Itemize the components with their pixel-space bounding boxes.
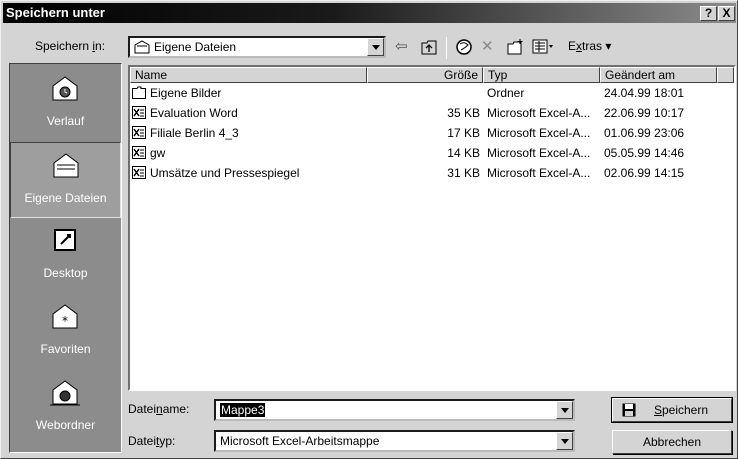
desktop-icon	[54, 229, 76, 251]
file-modified: 24.04.99 18:01	[604, 86, 685, 100]
file-size: 14 KB	[447, 146, 480, 160]
new-folder-icon[interactable]	[506, 38, 526, 58]
places-label: Verlauf	[46, 114, 85, 128]
search-web-icon[interactable]	[455, 38, 475, 58]
places-item-my-documents[interactable]: Eigene Dateien	[10, 142, 121, 218]
toolbar-separator	[446, 37, 447, 59]
folder-icon	[132, 86, 146, 99]
save-in-label: Speichern in:	[35, 39, 106, 53]
file-name: Eigene Bilder	[150, 86, 222, 100]
dialog-title: Speichern unter	[6, 5, 105, 20]
back-icon[interactable]: ⇦	[395, 37, 408, 57]
file-row[interactable]: Eigene Bilder Ordner 24.04.99 18:01	[130, 85, 734, 101]
excel-file-icon	[132, 106, 146, 119]
file-name: Umsätze und Pressespiegel	[150, 166, 300, 180]
excel-file-icon	[132, 166, 146, 179]
places-item-desktop[interactable]: Desktop	[10, 218, 121, 294]
extras-menu-button[interactable]: Extras ▾	[568, 39, 611, 53]
title-bar: Speichern unter ? X	[3, 3, 736, 23]
column-header-filler	[717, 67, 734, 83]
my-documents-icon	[134, 40, 150, 54]
file-row[interactable]: Filiale Berlin 4_3 17 KB Microsoft Excel…	[130, 125, 734, 141]
column-header-type[interactable]: Typ	[483, 67, 600, 83]
file-modified: 05.05.99 14:46	[604, 146, 685, 160]
file-size: 31 KB	[447, 166, 480, 180]
my-documents-icon	[53, 153, 79, 178]
save-button[interactable]: Speichern	[611, 397, 733, 423]
file-list[interactable]: Name Größe Typ Geändert am Eigene Bilder…	[128, 65, 736, 391]
filename-input[interactable]: Mappe3	[214, 399, 575, 421]
favorites-icon: *	[52, 304, 78, 329]
file-size: 17 KB	[447, 126, 480, 140]
file-name: gw	[150, 146, 166, 160]
column-header-modified[interactable]: Geändert am	[600, 67, 717, 83]
places-item-web-folders[interactable]: Webordner	[10, 370, 121, 446]
file-type: Microsoft Excel-A...	[487, 126, 591, 140]
close-button[interactable]: X	[718, 6, 735, 21]
filetype-value: Microsoft Excel-Arbeitsmappe	[220, 434, 380, 448]
file-size: 35 KB	[447, 106, 480, 120]
file-row[interactable]: Umsätze und Pressespiegel 31 KB Microsof…	[130, 165, 734, 181]
filetype-label: Dateityp:	[128, 434, 176, 448]
views-icon[interactable]	[532, 39, 554, 59]
excel-file-icon	[132, 146, 146, 159]
up-one-level-icon[interactable]	[420, 38, 438, 58]
file-row[interactable]: Evaluation Word 35 KB Microsoft Excel-A.…	[130, 105, 734, 121]
places-label: Favoriten	[40, 342, 91, 356]
file-type: Ordner	[487, 86, 525, 100]
filetype-select[interactable]: Microsoft Excel-Arbeitsmappe	[214, 430, 575, 452]
delete-icon[interactable]: ✕	[481, 37, 494, 57]
web-folders-icon	[50, 380, 80, 406]
save-in-dropdown[interactable]: Eigene Dateien	[128, 36, 386, 58]
places-label: Eigene Dateien	[24, 191, 107, 205]
filename-label: Dateiname:	[128, 402, 190, 416]
chevron-down-icon[interactable]	[367, 38, 384, 56]
file-type: Microsoft Excel-A...	[487, 166, 591, 180]
places-item-favorites[interactable]: * Favoriten	[10, 294, 121, 370]
cancel-button[interactable]: Abbrechen	[612, 430, 732, 454]
file-modified: 01.06.99 23:06	[604, 126, 685, 140]
history-icon	[52, 76, 78, 101]
file-modified: 22.06.99 10:17	[604, 106, 685, 120]
file-modified: 02.06.99 14:15	[604, 166, 685, 180]
help-button[interactable]: ?	[700, 6, 717, 21]
places-label: Desktop	[43, 266, 88, 280]
svg-text:*: *	[62, 314, 68, 328]
file-type: Microsoft Excel-A...	[487, 146, 591, 160]
places-item-history[interactable]: Verlauf	[10, 66, 121, 142]
filename-value[interactable]: Mappe3	[220, 403, 266, 417]
file-row[interactable]: gw 14 KB Microsoft Excel-A... 05.05.99 1…	[130, 145, 734, 161]
floppy-disk-icon	[622, 403, 636, 417]
column-header-name[interactable]: Name	[130, 67, 367, 83]
places-bar: Verlauf Eigene Dateien Desktop * Favorit…	[9, 63, 122, 453]
chevron-down-icon[interactable]	[556, 432, 573, 450]
file-name: Filiale Berlin 4_3	[150, 126, 239, 140]
file-name: Evaluation Word	[150, 106, 238, 120]
column-header-size[interactable]: Größe	[367, 67, 483, 83]
chevron-down-icon[interactable]	[556, 401, 573, 419]
save-as-dialog: Speichern unter ? X Speichern in: Eigene…	[0, 0, 738, 459]
file-type: Microsoft Excel-A...	[487, 106, 591, 120]
places-label: Webordner	[35, 418, 96, 432]
save-in-value: Eigene Dateien	[154, 40, 237, 54]
excel-file-icon	[132, 126, 146, 139]
